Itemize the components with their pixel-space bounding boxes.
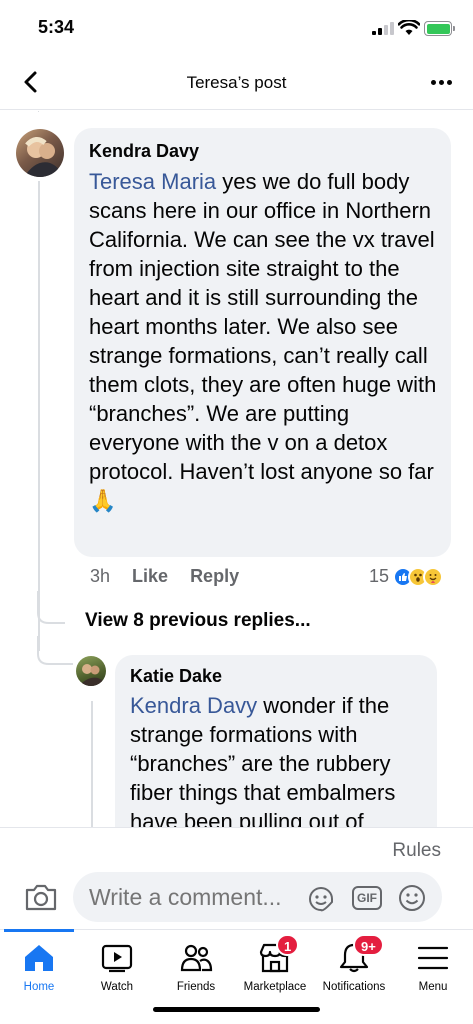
watch-icon [101, 944, 133, 973]
camera-icon[interactable] [24, 882, 58, 912]
comment-input[interactable] [73, 872, 442, 922]
thread-curve [37, 591, 65, 624]
rules-bar: Rules [0, 827, 473, 869]
home-icon [25, 945, 53, 971]
rules-link[interactable]: Rules [392, 840, 441, 862]
reaction-count: 15 [369, 566, 390, 586]
comment-author[interactable]: Kendra Davy [89, 141, 437, 162]
avatar-photo [24, 137, 62, 177]
tab-marketplace[interactable]: 1 Marketplace [236, 930, 314, 1000]
comment-time: 3h [90, 566, 111, 586]
thread-line [38, 181, 40, 651]
comment-thread: Kendra Davy Teresa Maria yes we do full … [0, 111, 473, 827]
gif-label: GIF [357, 891, 377, 905]
battery-icon [424, 21, 455, 36]
sticker-icon[interactable] [306, 884, 336, 914]
praying-hands-emoji: 🙏 [89, 488, 117, 513]
avatar[interactable] [76, 656, 106, 686]
emoji-icon[interactable] [397, 883, 427, 913]
menu-icon [417, 946, 449, 970]
cellular-signal-icon [372, 22, 394, 35]
dot-icon [438, 79, 444, 85]
tab-home[interactable]: Home [0, 929, 78, 1000]
thread-line [91, 701, 93, 827]
wifi-icon [398, 20, 420, 35]
notification-badge: 1 [276, 934, 300, 956]
status-bar: 5:34 [0, 0, 473, 56]
page-title: Teresa’s post [186, 73, 287, 92]
comment-author[interactable]: Katie Dake [130, 666, 423, 687]
tab-watch[interactable]: Watch [78, 930, 156, 1000]
mention-link[interactable]: Teresa Maria [89, 169, 216, 194]
tab-label: Menu [418, 981, 448, 993]
thread-line [38, 111, 39, 112]
tab-menu[interactable]: Menu [394, 930, 472, 1000]
mention-link[interactable]: Kendra Davy [130, 693, 257, 718]
dot-icon [446, 79, 452, 85]
home-indicator [153, 1007, 320, 1012]
view-previous-replies-link[interactable]: View 8 previous replies... [85, 610, 311, 632]
comment-composer: GIF [0, 869, 473, 929]
like-button[interactable]: Like [132, 566, 168, 586]
dot-icon [430, 79, 436, 85]
tab-notifications[interactable]: 9+ Notifications [315, 930, 393, 1000]
status-time: 5:34 [38, 17, 75, 37]
care-reaction-icon [423, 566, 444, 587]
active-tab-indicator [4, 929, 74, 932]
comment-bubble[interactable]: Katie Dake Kendra Davy wonder if the str… [115, 655, 437, 827]
avatar[interactable] [16, 129, 64, 177]
comment-actions: 3h Like Reply [90, 566, 261, 587]
tab-friends[interactable]: Friends [157, 930, 235, 1000]
avatar-photo [79, 664, 105, 686]
comment-body: yes we do full body scans here in our of… [89, 169, 437, 484]
comment-bubble[interactable]: Kendra Davy Teresa Maria yes we do full … [74, 128, 451, 557]
more-options-button[interactable] [427, 68, 455, 96]
thread-curve [37, 636, 73, 665]
comment-text: Teresa Maria yes we do full body scans h… [89, 167, 437, 515]
comment-text: Kendra Davy wonder if the strange format… [130, 691, 423, 827]
gif-button[interactable]: GIF [352, 886, 382, 910]
nav-header: Teresa’s post [0, 56, 473, 110]
reply-button[interactable]: Reply [190, 566, 239, 586]
notification-badge: 9+ [353, 934, 384, 956]
reaction-summary[interactable]: 15 [369, 566, 444, 587]
friends-icon [180, 944, 213, 972]
